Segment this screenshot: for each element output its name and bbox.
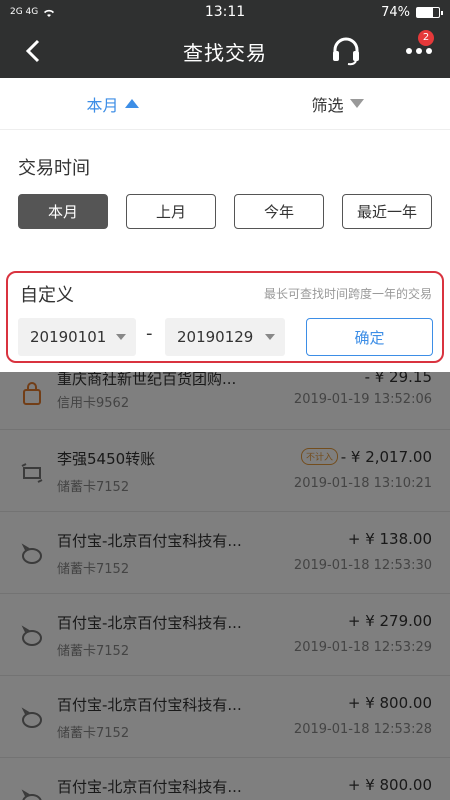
confirm-button[interactable]: 确定 — [306, 318, 433, 356]
notification-badge: 2 — [418, 30, 434, 46]
triangle-down-icon — [349, 99, 364, 108]
back-button[interactable] — [18, 36, 48, 66]
page-title: 查找交易 — [183, 40, 267, 65]
start-date-value: 20190101 — [30, 328, 107, 346]
custom-range-hint: 最长可查找时间跨度一年的交易 — [263, 287, 432, 301]
customer-service-button[interactable] — [330, 36, 362, 66]
time-filter-panel: 交易时间 本月 上月 今年 最近一年 自定义 最长可查找时间跨度一年的交易 20… — [0, 130, 450, 372]
tab-filter[interactable]: 筛选 — [225, 78, 450, 129]
custom-range-box: 自定义 最长可查找时间跨度一年的交易 20190101 - 20190129 确… — [6, 271, 444, 363]
end-date-select[interactable]: 20190129 — [165, 318, 285, 356]
period-button-this-year[interactable]: 今年 — [234, 194, 324, 229]
status-bar: 2G 4G 13:11 74% — [0, 0, 450, 24]
clock: 13:11 — [204, 4, 246, 20]
battery-percent: 74% — [381, 4, 410, 20]
caret-down-icon — [265, 334, 275, 340]
tab-this-month[interactable]: 本月 — [0, 78, 225, 129]
period-button-last-month[interactable]: 上月 — [126, 194, 216, 229]
more-dots-icon — [406, 48, 432, 54]
end-date-value: 20190129 — [177, 328, 254, 346]
dim-overlay[interactable] — [0, 372, 450, 800]
section-title: 交易时间 — [18, 158, 90, 179]
period-button-this-month[interactable]: 本月 — [18, 194, 108, 229]
period-button-last-year[interactable]: 最近一年 — [342, 194, 432, 229]
more-menu-button[interactable]: 2 — [402, 30, 436, 66]
headset-icon — [333, 37, 359, 66]
signal-text: 2G 4G — [10, 7, 39, 17]
triangle-up-icon — [124, 99, 139, 108]
battery-icon — [416, 6, 443, 18]
period-options: 本月 上月 今年 最近一年 — [18, 194, 432, 229]
caret-down-icon — [116, 334, 126, 340]
custom-range-title: 自定义 — [20, 285, 74, 306]
tab-label: 筛选 — [311, 95, 344, 115]
tab-label: 本月 — [86, 95, 119, 115]
date-separator: - — [146, 323, 153, 344]
wifi-icon — [44, 9, 55, 17]
chevron-left-icon — [25, 39, 40, 63]
app-header: 查找交易 2 — [0, 24, 450, 78]
signal-indicator: 2G 4G — [10, 7, 130, 18]
filter-tabs: 本月 筛选 — [0, 78, 450, 130]
start-date-select[interactable]: 20190101 — [18, 318, 136, 356]
